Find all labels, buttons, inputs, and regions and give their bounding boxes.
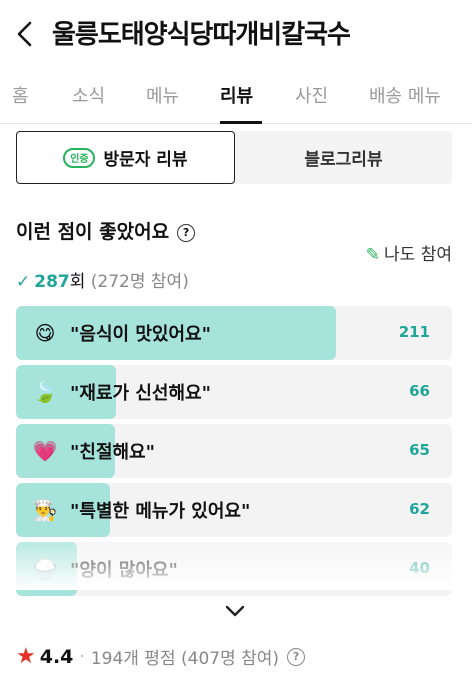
heart-face-icon: 💗 [32, 439, 58, 463]
visitor-review-button[interactable]: 인증 방문자 리뷰 [16, 131, 235, 184]
blog-review-label: 블로그리뷰 [304, 150, 383, 170]
keyword-bar[interactable]: 👨‍🍳 "특별한 메뉴가 있어요" 62 [16, 483, 452, 537]
back-arrow-icon[interactable] [10, 18, 42, 50]
tab-reviews[interactable]: 리뷰 [220, 82, 253, 108]
rating-count: 194개 평점 [90, 649, 176, 669]
star-icon: ★ [16, 644, 36, 669]
tab-home[interactable]: 홈 [12, 82, 29, 108]
rating-summary: ★ 4.4 · 194개 평점 (407명 참여) ? [16, 644, 306, 669]
active-tab-indicator [220, 121, 262, 124]
chevron-down-icon[interactable] [222, 600, 248, 622]
chef-icon: 👨‍🍳 [32, 498, 58, 522]
keyword-bar[interactable]: 🍚 "양이 많아요" 40 [16, 542, 452, 596]
keyword-count: 66 [409, 382, 430, 400]
keyword-bar[interactable]: 😋 "음식이 맛있어요" 211 [16, 306, 452, 360]
rating-participants: (407명 참여) [181, 649, 280, 669]
keyword-count: 211 [398, 323, 430, 341]
vote-count-unit: 회 [69, 272, 86, 292]
vote-participants: (272명 참여) [90, 272, 189, 292]
likes-section-title: 이런 점이 좋았어요? [16, 217, 196, 244]
keyword-count: 40 [409, 559, 430, 577]
vote-count: 287 [34, 272, 70, 292]
me-too-label: 나도 참여 [384, 245, 452, 265]
blog-review-button[interactable]: 블로그리뷰 [235, 131, 452, 184]
likes-title-text: 이런 점이 좋았어요 [16, 221, 170, 243]
separator-dot: · [79, 646, 85, 667]
keyword-label: "재료가 신선해요" [70, 383, 211, 404]
keyword-count: 62 [409, 500, 430, 518]
keyword-bar[interactable]: 💗 "친절해요" 65 [16, 424, 452, 478]
visitor-review-label: 방문자 리뷰 [103, 150, 188, 170]
check-icon: ✓ [16, 272, 31, 292]
rating-help-icon[interactable]: ? [287, 647, 306, 666]
tab-photos[interactable]: 사진 [295, 82, 328, 108]
review-type-toggle: 인증 방문자 리뷰 블로그리뷰 [16, 131, 452, 184]
yum-face-icon: 😋 [34, 321, 56, 345]
keyword-label: "양이 많아요" [70, 560, 178, 581]
keyword-label: "음식이 맛있어요" [70, 324, 211, 345]
tab-menu[interactable]: 메뉴 [146, 82, 179, 108]
keyword-bar[interactable]: 🍃 "재료가 신선해요" 66 [16, 365, 452, 419]
app-header: 울릉도태양식당따개비칼국수 [0, 0, 472, 68]
leaf-icon: 🍃 [32, 380, 58, 404]
help-icon[interactable]: ? [177, 223, 196, 242]
tab-delivery-menu[interactable]: 배송 메뉴 [369, 82, 441, 108]
rating-score: 4.4 [39, 645, 74, 668]
page-title: 울릉도태양식당따개비칼국수 [52, 20, 351, 50]
tab-news[interactable]: 소식 [72, 82, 105, 108]
vote-count-summary: ✓ 287회 (272명 참여) [16, 267, 189, 292]
bowl-icon: 🍚 [32, 557, 58, 581]
keyword-label: "특별한 메뉴가 있어요" [70, 501, 251, 522]
pencil-icon: ✎ [365, 245, 381, 265]
keyword-count: 65 [409, 441, 430, 459]
me-too-button[interactable]: ✎ 나도 참여 [366, 240, 452, 265]
tab-bar: 홈 소식 메뉴 리뷰 사진 배송 메뉴 [0, 68, 472, 124]
keyword-label: "친절해요" [70, 442, 155, 463]
verified-badge-icon: 인증 [63, 147, 96, 168]
